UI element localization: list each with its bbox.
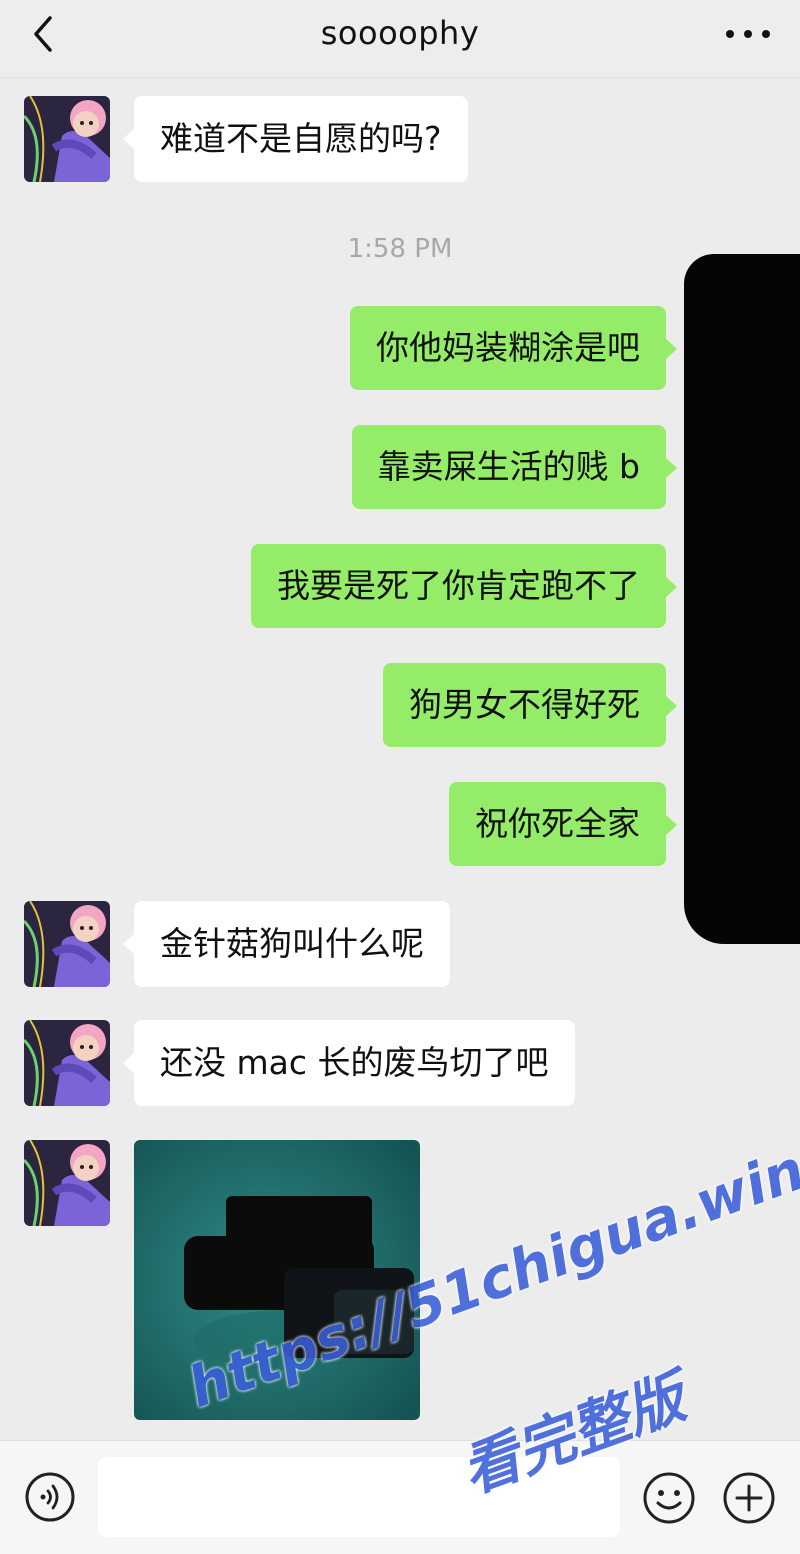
chat-area[interactable]: 难道不是自愿的吗? 1:58 PM 你他妈装糊涂是吧 靠卖屎生活的贱 b 我要是… bbox=[0, 78, 800, 1440]
plus-icon bbox=[723, 1472, 775, 1524]
message-bubble-outgoing[interactable]: 祝你死全家 bbox=[449, 782, 677, 866]
redaction-block bbox=[684, 254, 800, 944]
emoji-button[interactable] bbox=[642, 1471, 696, 1525]
chat-header: soooophy bbox=[0, 0, 800, 78]
contact-avatar[interactable] bbox=[24, 1020, 110, 1106]
message-timestamp: 1:58 PM bbox=[347, 234, 453, 264]
message-input[interactable] bbox=[98, 1457, 620, 1537]
plus-button[interactable] bbox=[722, 1471, 776, 1525]
image-message[interactable] bbox=[134, 1140, 420, 1420]
message-bubble-outgoing[interactable]: 靠卖屎生活的贱 b bbox=[351, 425, 678, 509]
message-bubble-outgoing[interactable]: 你他妈装糊涂是吧 bbox=[350, 306, 677, 390]
message-bubble-incoming[interactable]: 金针菇狗叫什么呢 bbox=[123, 901, 450, 987]
emoji-icon bbox=[643, 1472, 695, 1524]
message-bubble-incoming[interactable]: 难道不是自愿的吗? bbox=[123, 96, 468, 182]
contact-avatar[interactable] bbox=[24, 1140, 110, 1226]
chat-title: soooophy bbox=[320, 14, 480, 52]
more-button[interactable] bbox=[718, 12, 778, 56]
input-bar bbox=[0, 1440, 800, 1554]
message-bubble-outgoing[interactable]: 狗男女不得好死 bbox=[383, 663, 677, 747]
more-dots-icon bbox=[726, 30, 770, 38]
voice-icon bbox=[25, 1472, 75, 1522]
message-bubble-incoming[interactable]: 还没 mac 长的废鸟切了吧 bbox=[123, 1020, 575, 1106]
message-bubble-outgoing[interactable]: 我要是死了你肯定跑不了 bbox=[251, 544, 677, 628]
contact-avatar[interactable] bbox=[24, 901, 110, 987]
contact-avatar[interactable] bbox=[24, 96, 110, 182]
voice-button[interactable] bbox=[24, 1471, 76, 1523]
